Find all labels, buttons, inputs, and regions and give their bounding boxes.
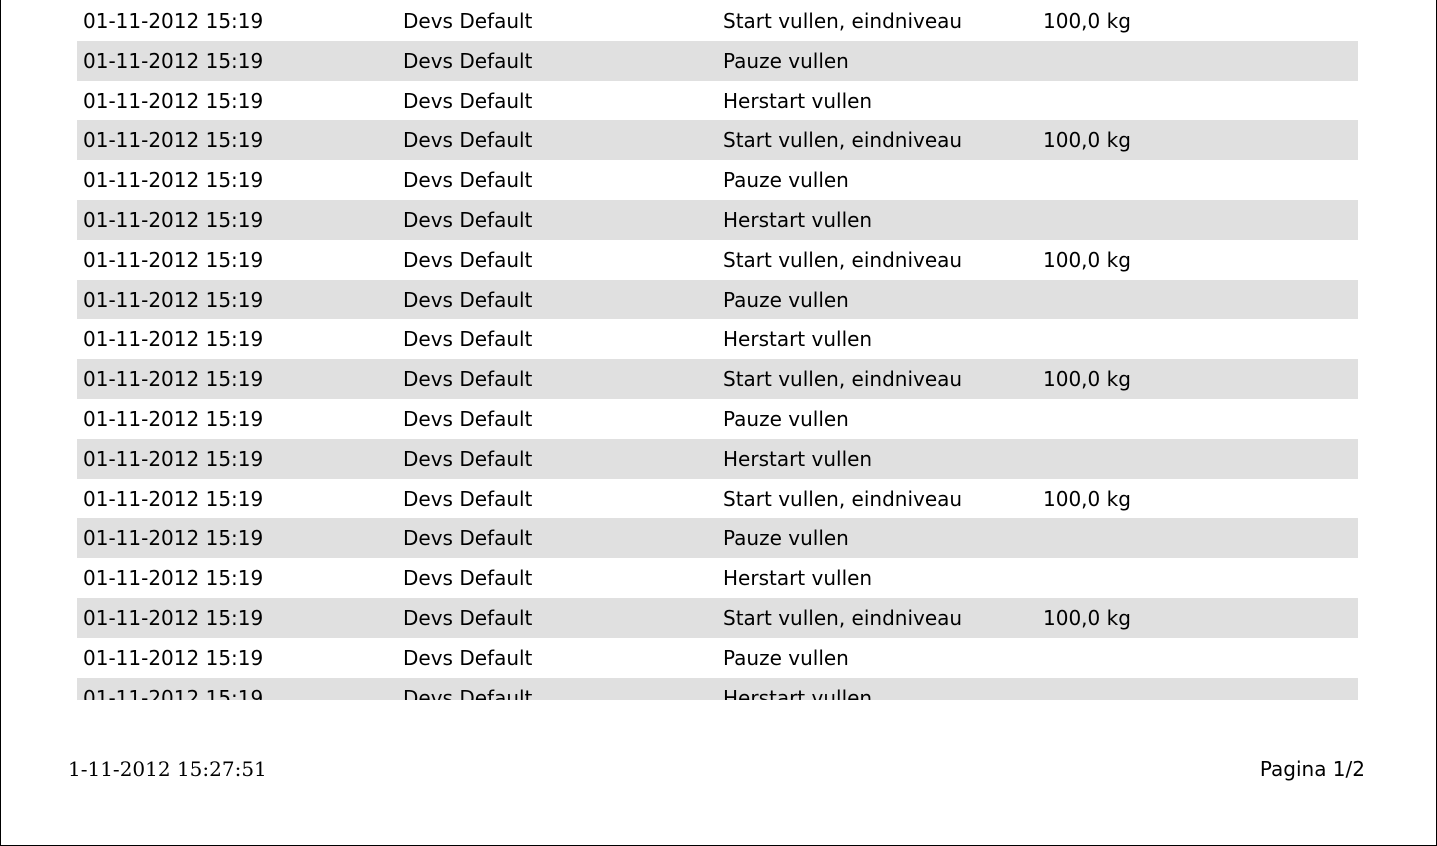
row-user: Devs Default [403, 327, 533, 352]
row-user: Devs Default [403, 88, 533, 113]
row-event: Start vullen, eindniveau [723, 247, 963, 272]
row-date: 01-11-2012 15:19 [83, 88, 264, 113]
row-date: 01-11-2012 15:19 [83, 207, 264, 232]
row-event: Start vullen, eindniveau [723, 128, 963, 153]
row-user: Devs Default [403, 128, 533, 153]
row-date: 01-11-2012 15:19 [83, 566, 264, 591]
table-row: 01-11-2012 15:19 Devs Default Herstart vul… [77, 558, 1358, 598]
row-date: 01-11-2012 15:19 [83, 645, 264, 670]
row-date: 01-11-2012 15:19 [83, 685, 264, 700]
table-row: 01-11-2012 15:19 Devs Default Herstart vul… [77, 677, 1358, 700]
row-user: Devs Default [403, 247, 533, 272]
table-row: 01-11-2012 15:19 Devs Default Herstart vul… [77, 438, 1358, 479]
row-event: Herstart vullen [723, 207, 873, 232]
table-row: 01-11-2012 15:19 Devs Default Herstart vul… [77, 199, 1358, 240]
row-date: 01-11-2012 15:19 [83, 9, 264, 33]
table-row: 01-11-2012 15:19 Devs Default Start vullen… [77, 479, 1358, 519]
row-date: 01-11-2012 15:19 [83, 605, 264, 630]
table-row: 01-11-2012 15:19 Devs Default Herstart vul… [77, 319, 1358, 359]
row-event: Pauze vullen [723, 48, 849, 73]
row-event: Pauze vullen [723, 406, 849, 431]
row-event: Start vullen, eindniveau [723, 486, 963, 511]
footer-page-number: Pagina 1/2 [1259, 757, 1365, 781]
row-event: Herstart vullen [723, 685, 873, 700]
row-date: 01-11-2012 15:19 [83, 327, 264, 352]
row-value: 100,0 kg [1043, 367, 1131, 392]
row-value: 100,0 kg [1043, 605, 1131, 630]
row-value: 100,0 kg [1043, 9, 1131, 33]
row-date: 01-11-2012 15:19 [83, 406, 264, 431]
row-user: Devs Default [403, 48, 533, 73]
row-user: Devs Default [403, 168, 533, 193]
row-user: Devs Default [403, 486, 533, 511]
row-date: 01-11-2012 15:19 [83, 486, 264, 511]
row-event: Pauze vullen [723, 645, 849, 670]
table-row: 01-11-2012 15:19 Devs Default Start vullen… [77, 359, 1358, 399]
table-row: 01-11-2012 15:19 Devs Default Pauze vullen [77, 160, 1358, 200]
table-row: 01-11-2012 15:19 Devs Default Pauze vullen [77, 518, 1358, 559]
row-value: 100,0 kg [1043, 247, 1131, 272]
row-event: Start vullen, eindniveau [723, 367, 963, 392]
row-user: Devs Default [403, 645, 533, 670]
row-date: 01-11-2012 15:19 [83, 526, 264, 551]
row-user: Devs Default [403, 207, 533, 232]
row-user: Devs Default [403, 287, 533, 312]
table-row: 01-11-2012 15:19 Devs Default Pauze vullen [77, 40, 1358, 81]
row-user: Devs Default [403, 566, 533, 591]
row-event: Herstart vullen [723, 327, 873, 352]
report-page: 01-11-2012 15:19 Devs Default Start vullen… [0, 0, 1437, 846]
table-row: 01-11-2012 15:19 Devs Default Herstart vul… [77, 81, 1358, 121]
row-event: Herstart vullen [723, 566, 873, 591]
row-user: Devs Default [403, 526, 533, 551]
table-row: 01-11-2012 15:19 Devs Default Start vullen… [77, 120, 1358, 161]
row-user: Devs Default [403, 685, 533, 700]
row-event: Herstart vullen [723, 446, 873, 471]
row-user: Devs Default [403, 406, 533, 431]
row-event: Pauze vullen [723, 168, 849, 193]
event-log-table: 01-11-2012 15:19 Devs Default Start vullen… [77, 1, 1358, 700]
row-event: Pauze vullen [723, 287, 849, 312]
row-date: 01-11-2012 15:19 [83, 446, 264, 471]
row-value: 100,0 kg [1043, 128, 1131, 153]
row-event: Herstart vullen [723, 88, 873, 113]
row-date: 01-11-2012 15:19 [83, 128, 264, 153]
row-date: 01-11-2012 15:19 [83, 287, 264, 312]
table-row: 01-11-2012 15:19 Devs Default Pauze vullen [77, 638, 1358, 678]
row-value: 100,0 kg [1043, 486, 1131, 511]
row-event: Pauze vullen [723, 526, 849, 551]
row-date: 01-11-2012 15:19 [83, 168, 264, 193]
row-date: 01-11-2012 15:19 [83, 367, 264, 392]
table-row: 01-11-2012 15:19 Devs Default Start vullen… [77, 597, 1358, 638]
table-row: 01-11-2012 15:19 Devs Default Pauze vullen [77, 279, 1358, 320]
row-date: 01-11-2012 15:19 [83, 247, 264, 272]
row-user: Devs Default [403, 605, 533, 630]
row-user: Devs Default [403, 446, 533, 471]
row-event: Start vullen, eindniveau [723, 9, 963, 33]
footer-print-timestamp: 1-11-2012 15:27:51 [68, 757, 267, 781]
row-user: Devs Default [403, 9, 533, 33]
row-user: Devs Default [403, 367, 533, 392]
row-date: 01-11-2012 15:19 [83, 48, 264, 73]
table-row: 01-11-2012 15:19 Devs Default Pauze vullen [77, 399, 1358, 439]
table-row: 01-11-2012 15:19 Devs Default Start vullen… [77, 240, 1358, 280]
table-row: 01-11-2012 15:19 Devs Default Start vullen… [77, 1, 1358, 41]
row-event: Start vullen, eindniveau [723, 605, 963, 630]
